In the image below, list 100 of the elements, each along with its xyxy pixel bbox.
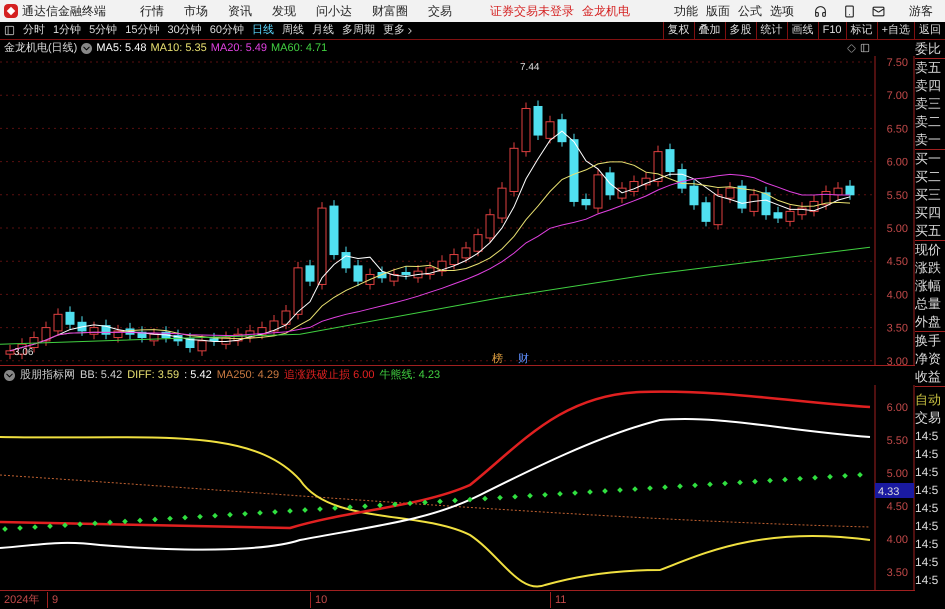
user-label: 游客 <box>909 3 933 20</box>
quote-label: 换手 <box>915 332 942 350</box>
candlestick <box>594 168 602 214</box>
candlestick <box>474 228 482 257</box>
login-status: 证券交易未登录 <box>490 3 574 20</box>
candlestick <box>210 332 218 346</box>
axis-label: 4.00 <box>886 289 908 302</box>
menu-item[interactable]: 财富圈 <box>362 2 418 20</box>
tool-button[interactable]: 叠加 <box>694 22 725 39</box>
candlestick <box>690 180 698 210</box>
event-marker: 榜 <box>492 353 503 365</box>
trade-label[interactable]: 交易 <box>915 409 945 427</box>
axis-label: 2024年 <box>3 592 40 608</box>
candlestick <box>618 182 626 204</box>
period-tab[interactable]: 30分钟 <box>164 22 206 39</box>
period-tab[interactable]: 1分钟 <box>49 22 86 39</box>
axis-label: 3.00 <box>886 356 908 365</box>
panel-icon[interactable] <box>860 43 870 53</box>
trade-time: 14:5 <box>915 428 940 445</box>
candlestick <box>414 264 422 284</box>
settings-dropdown-icon[interactable] <box>81 42 92 54</box>
diamond-icon[interactable] <box>847 44 856 52</box>
candlestick <box>378 266 386 284</box>
tool-button[interactable]: 画线 <box>786 22 818 39</box>
settings-dropdown-icon[interactable] <box>4 370 15 381</box>
menu-item[interactable]: 资讯 <box>218 2 262 20</box>
quote-label: 买二 <box>915 168 942 186</box>
period-tab[interactable]: 日线 <box>248 22 278 39</box>
candlestick <box>678 163 686 194</box>
menu-item[interactable]: 选项 <box>766 2 798 20</box>
trade-time: 14:5 <box>915 536 940 553</box>
candlestick <box>198 334 206 356</box>
candlestick <box>222 331 230 350</box>
axis-label: 6.00 <box>886 156 908 169</box>
axis-label: 7.00 <box>886 90 908 102</box>
candlestick <box>750 188 758 217</box>
quote-label: 买三 <box>915 186 942 204</box>
axis-label: 5.50 <box>886 435 908 447</box>
candlestick <box>498 182 506 224</box>
menu-item[interactable]: 功能 <box>670 2 702 20</box>
tool-button[interactable]: 统计 <box>756 22 787 39</box>
period-tab[interactable]: 5分钟 <box>85 22 122 39</box>
menu-item[interactable]: 交易 <box>418 2 462 20</box>
mode-label[interactable]: 自动 <box>915 391 945 409</box>
menu-item[interactable]: 行情 <box>130 2 174 20</box>
quote-label: 买五 <box>915 222 942 240</box>
period-tab[interactable]: 15分钟 <box>121 22 164 39</box>
phone-icon[interactable] <box>843 4 856 18</box>
axis-label: 5.00 <box>886 223 908 235</box>
quote-label: 卖五 <box>915 59 942 77</box>
candlestick <box>258 321 266 340</box>
candlestick <box>546 115 554 144</box>
menu-item[interactable]: 市场 <box>174 2 218 20</box>
axis-label: 3.50 <box>886 322 908 335</box>
menu-item[interactable]: 问小达 <box>306 2 362 20</box>
candlestick <box>702 196 710 227</box>
menu-item[interactable]: 版面 <box>702 2 734 20</box>
candlestick <box>786 204 794 227</box>
candlestick <box>582 192 590 210</box>
candlestick <box>522 102 530 158</box>
menu-item[interactable]: 公式 <box>734 2 766 20</box>
trade-time: 14:5 <box>915 464 940 481</box>
tool-button[interactable]: 返回 <box>914 22 945 39</box>
trade-time: 14:5 <box>915 518 940 535</box>
candlestick <box>234 328 242 346</box>
candlestick <box>510 142 518 197</box>
panel-toggle-icon[interactable] <box>4 25 15 36</box>
support-icon[interactable] <box>814 4 827 18</box>
candlestick <box>186 332 194 354</box>
period-tab[interactable]: 周线 <box>278 22 308 39</box>
quote-label: 外盘 <box>915 313 942 331</box>
menu-item[interactable]: 发现 <box>262 2 306 20</box>
axis-label: 5.00 <box>886 468 908 480</box>
period-tab[interactable]: 月线 <box>308 22 338 39</box>
period-tab[interactable]: 60分钟 <box>206 22 248 39</box>
candlestick <box>90 321 98 340</box>
candlestick <box>66 306 74 330</box>
axis-label: 7.50 <box>886 57 908 69</box>
mail-icon[interactable] <box>872 4 885 18</box>
axis-label: 9 <box>47 592 310 608</box>
ma-value: MA60: 4.71 <box>271 40 328 56</box>
quote-label: 买一 <box>915 150 942 168</box>
tool-button[interactable]: +自选 <box>876 22 914 39</box>
period-tab[interactable]: 分时 <box>19 22 49 39</box>
candlestick <box>246 324 254 344</box>
tool-button[interactable]: 多股 <box>724 22 756 39</box>
period-tab[interactable]: 多周期 <box>338 22 379 39</box>
tool-button[interactable]: F10 <box>818 22 846 39</box>
ma-value: MA5: 5.48 <box>96 40 146 56</box>
period-tab[interactable]: 更多 <box>379 22 419 39</box>
indicator-value: 牛熊线: 4.23 <box>380 368 440 384</box>
quote-label: 卖四 <box>915 77 942 95</box>
candlestick <box>330 200 338 260</box>
tool-button[interactable]: 标记 <box>846 22 877 39</box>
tool-button[interactable]: 复权 <box>662 22 694 39</box>
trade-time: 14:5 <box>915 446 940 463</box>
quote-label: 涨跌 <box>915 259 942 277</box>
axis-label: 6.50 <box>886 123 908 136</box>
candlestick <box>150 328 158 346</box>
candlestick <box>822 184 830 210</box>
